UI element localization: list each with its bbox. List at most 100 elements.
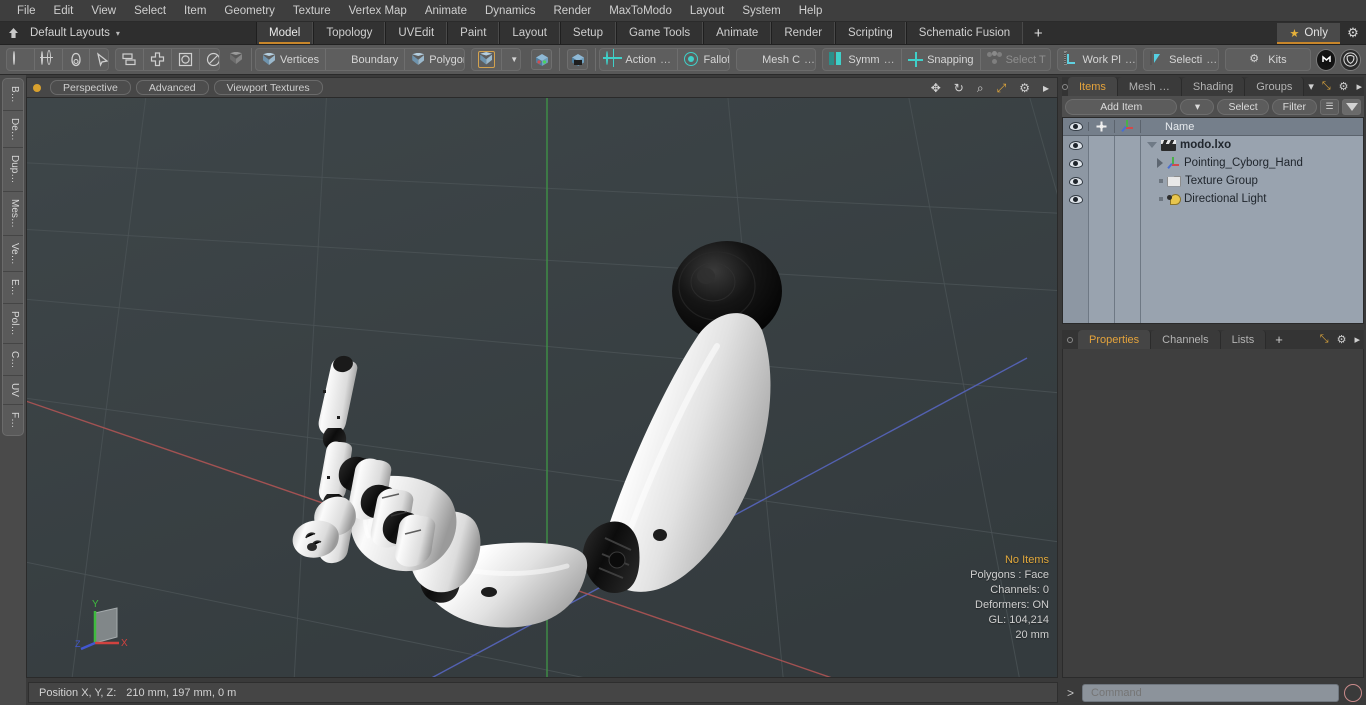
home-icon[interactable] [0,22,26,44]
viewport-preset-perspective[interactable]: Perspective [50,80,131,95]
tab-mesh[interactable]: Mesh … [1117,77,1182,96]
snapping-button[interactable]: Snapping [902,49,981,70]
popout-icon[interactable]: ⤡ [1318,77,1335,96]
menu-item-view[interactable]: View [82,0,125,22]
filter-button[interactable]: Filter [1271,98,1317,115]
tab-animate[interactable]: Animate [703,22,772,44]
tab-uvedit[interactable]: UVEdit [385,22,448,44]
tab-model[interactable]: Model [256,22,314,44]
row-visibility-toggle[interactable] [1063,190,1088,208]
tab-game-tools[interactable]: Game Tools [615,22,704,44]
record-circle-icon[interactable] [1344,683,1362,702]
tab-topology[interactable]: Topology [313,22,386,44]
polygons-button[interactable]: Polygons [405,49,464,70]
tab-schematic-fusion[interactable]: Schematic Fusion [905,22,1024,44]
tab-lists[interactable]: Lists [1220,330,1267,349]
tab-overflow-chevron-icon[interactable]: ▾ [1304,77,1318,96]
item-list-lock-gutter[interactable] [1089,136,1115,323]
vertices-button[interactable]: Vertices [256,49,327,70]
list-options-icon[interactable]: ☰ [1320,98,1339,115]
unreal-logo-icon[interactable] [1340,48,1361,71]
kits-button[interactable]: ⚙ Kits [1226,49,1310,70]
panel-gear-icon[interactable]: ⚙ [1333,330,1351,349]
pen-icon[interactable] [90,49,109,70]
expander-right-icon[interactable] [1157,158,1163,168]
table-row[interactable]: Pointing_Cyborg_Hand [1141,154,1363,172]
tab-channels[interactable]: Channels [1151,330,1221,349]
row-visibility-toggle[interactable] [1063,154,1088,172]
menu-item-dynamics[interactable]: Dynamics [476,0,544,22]
menu-item-file[interactable]: File [8,0,45,22]
layout-selector[interactable]: Default Layouts ▾ [26,22,256,44]
outline-cube-icon[interactable] [472,49,503,70]
item-list-transform-gutter[interactable] [1115,136,1141,323]
row-visibility-toggle[interactable] [1063,136,1088,154]
only-button[interactable]: ★ Only [1277,23,1340,44]
circle-icon[interactable] [7,49,35,70]
left-tab-polygon[interactable]: Pol… [3,304,23,344]
select-through-button[interactable]: Select T … [981,49,1050,70]
pan-icon[interactable]: ✥ [927,82,945,94]
item-list-eye-gutter[interactable] [1063,136,1089,323]
filter-funnel-icon[interactable] [1342,98,1361,115]
fit-icon[interactable]: ⤢ [993,82,1011,94]
menu-item-edit[interactable]: Edit [45,0,83,22]
menu-item-help[interactable]: Help [790,0,832,22]
align-icon[interactable] [116,49,145,70]
add-panel-tab-button[interactable]: + [1266,330,1292,349]
shade-b-icon[interactable] [560,48,597,71]
left-tab-vertex[interactable]: Ve… [3,236,23,273]
expander-down-icon[interactable] [1147,142,1157,148]
tab-properties[interactable]: Properties [1078,330,1152,349]
action-center-button[interactable]: Action … [600,49,679,70]
left-tab-deform[interactable]: De… [3,111,23,149]
item-cube-icon[interactable] [223,48,253,71]
more-chevron-icon[interactable]: ▸ [1039,82,1053,94]
zoom-icon[interactable]: ⌕ [973,82,988,94]
add-tab-button[interactable]: + [1023,22,1054,44]
chevron-down-icon[interactable]: ▼ [502,49,520,70]
menu-item-item[interactable]: Item [175,0,215,22]
add-item-button[interactable]: Add Item [1065,98,1178,115]
tab-setup[interactable]: Setup [559,22,616,44]
tab-scripting[interactable]: Scripting [835,22,906,44]
table-row[interactable]: Directional Light [1141,190,1363,208]
shade-a-icon[interactable] [524,48,561,71]
3d-viewport[interactable]: No Items Polygons : Face Channels: 0 Def… [26,97,1058,678]
symmetry-button[interactable]: Symm … [823,49,903,70]
row-visibility-toggle[interactable] [1063,172,1088,190]
cone-icon[interactable] [63,49,90,70]
menu-item-texture[interactable]: Texture [284,0,340,22]
radial-icon[interactable] [200,49,220,70]
viewport-shading-advanced[interactable]: Advanced [135,80,209,95]
menu-item-vertex-map[interactable]: Vertex Map [340,0,416,22]
viewport-textures-toggle[interactable]: Viewport Textures [213,80,323,95]
left-tab-duplicate[interactable]: Dup… [3,148,23,192]
globe-icon[interactable] [35,49,63,70]
viewport-settings-gear-icon[interactable]: ⚙ [1015,82,1034,94]
tab-shading[interactable]: Shading [1181,77,1246,96]
mirror-icon[interactable] [144,49,173,70]
work-plane-button[interactable]: Work Pl … [1058,49,1137,70]
falloff-button[interactable]: Falloff [678,49,729,70]
left-tab-fusion[interactable]: F… [3,405,23,435]
select-button[interactable]: Select [1217,98,1269,115]
menu-item-layout[interactable]: Layout [681,0,734,22]
left-tab-edge[interactable]: E… [3,272,23,305]
properties-panel-body[interactable] [1062,349,1364,678]
add-item-caret-button[interactable]: ▾ [1180,98,1215,115]
selection-set-button[interactable]: Selecti … [1144,49,1218,70]
menu-item-select[interactable]: Select [125,0,175,22]
boundary-button[interactable]: Boundary [326,49,406,70]
tab-groups[interactable]: Groups [1245,77,1305,96]
tab-layout[interactable]: Layout [499,22,560,44]
panel-gear-icon[interactable]: ⚙ [1335,77,1353,96]
popout-icon[interactable]: ⤡ [1316,330,1333,349]
panel-more-icon[interactable]: ▸ [1353,77,1366,96]
menu-item-render[interactable]: Render [544,0,600,22]
menu-item-geometry[interactable]: Geometry [215,0,284,22]
left-tab-basic[interactable]: B… [3,79,23,111]
bevel-icon[interactable] [172,49,201,70]
modo-logo-icon[interactable] [1315,48,1337,71]
item-list[interactable]: Name modo.lxo Pointing_Cyborg_Hand Textu… [1062,117,1364,324]
